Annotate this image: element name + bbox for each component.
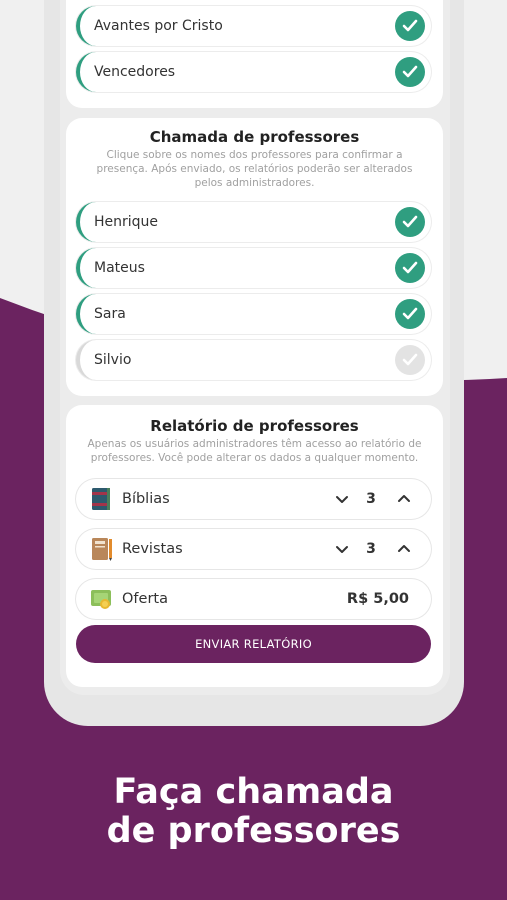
report-item-label: Oferta: [122, 591, 168, 607]
teacher-name: Silvio: [94, 352, 132, 368]
teacher-row[interactable]: Silvio: [76, 340, 431, 380]
magazine-icon: [92, 538, 112, 561]
teacher-name: Sara: [94, 306, 126, 322]
offering-value[interactable]: R$ 5,00: [347, 579, 409, 619]
report-item-label: Revistas: [122, 541, 183, 557]
teacher-name: Henrique: [94, 214, 159, 230]
report-title: Relatório de professores: [150, 417, 359, 435]
caption-line-1: Faça chamada: [113, 772, 394, 812]
teacher-call-title: Chamada de professores: [149, 128, 360, 146]
check-icon[interactable]: [395, 253, 425, 283]
classes-card: Avantes por Cristo Vencedores: [66, 0, 443, 108]
report-item-bibles: Bíblias 3: [76, 479, 431, 519]
teacher-call-description: Clique sobre os nomes dos professores pa…: [96, 149, 413, 189]
app-screen: Avantes por Cristo Vencedores Chamada de…: [60, 0, 450, 695]
chevron-up-icon[interactable]: [396, 491, 412, 507]
report-description: Apenas os usuários administradores têm a…: [87, 438, 422, 464]
teacher-call-card: Chamada de professores Clique sobre os n…: [66, 118, 443, 396]
bible-icon: [92, 488, 110, 510]
report-item-value: 3: [366, 491, 376, 507]
teacher-row[interactable]: Henrique: [76, 202, 431, 242]
check-icon[interactable]: [395, 345, 425, 375]
class-row[interactable]: Vencedores: [76, 52, 431, 92]
check-icon[interactable]: [395, 11, 425, 41]
teacher-report-card: Relatório de professores Apenas os usuár…: [66, 405, 443, 687]
report-item-label: Bíblias: [122, 491, 170, 507]
caption-line-2: de professores: [106, 811, 401, 851]
chevron-down-icon[interactable]: [334, 491, 350, 507]
class-name: Avantes por Cristo: [94, 18, 223, 34]
teacher-name: Mateus: [94, 260, 145, 276]
class-row[interactable]: Avantes por Cristo: [76, 6, 431, 46]
check-icon[interactable]: [395, 299, 425, 329]
submit-report-button[interactable]: ENVIAR RELATÓRIO: [76, 625, 431, 663]
report-item-value: 3: [366, 541, 376, 557]
check-icon[interactable]: [395, 57, 425, 87]
teacher-row[interactable]: Mateus: [76, 248, 431, 288]
report-item-offering[interactable]: Oferta R$ 5,00: [76, 579, 431, 619]
check-icon[interactable]: [395, 207, 425, 237]
teacher-row[interactable]: Sara: [76, 294, 431, 334]
class-name: Vencedores: [94, 64, 176, 80]
chevron-down-icon[interactable]: [334, 541, 350, 557]
money-icon: [91, 590, 111, 609]
chevron-up-icon[interactable]: [396, 541, 412, 557]
report-item-magazines: Revistas 3: [76, 529, 431, 569]
